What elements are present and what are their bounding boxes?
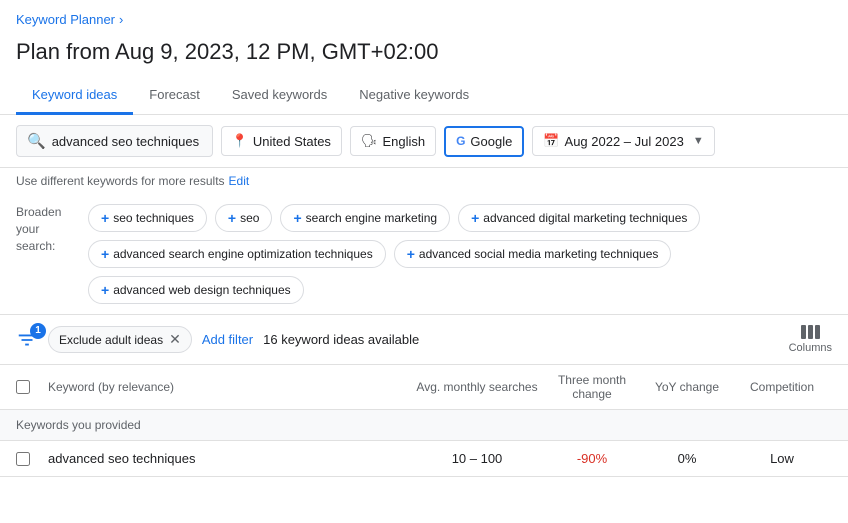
chip-label-5: advanced social media marketing techniqu… — [419, 247, 658, 261]
breadcrumb-link[interactable]: Keyword Planner — [16, 12, 115, 27]
tabs-bar: Keyword ideas Forecast Saved keywords Ne… — [0, 77, 848, 115]
language-filter[interactable]: 🗣 English — [350, 126, 436, 156]
chip-plus-icon-6: + — [101, 282, 109, 298]
broaden-chip-0[interactable]: + seo techniques — [88, 204, 207, 232]
chip-plus-icon-2: + — [293, 210, 301, 226]
breadcrumb-arrow: › — [119, 12, 123, 27]
exclude-chip-label: Exclude adult ideas — [59, 333, 163, 347]
filter-icon-container[interactable]: 1 — [16, 329, 38, 351]
row-monthly-value: 10 – 100 — [412, 451, 542, 466]
tab-negative-keywords[interactable]: Negative keywords — [343, 77, 485, 115]
select-all-checkbox[interactable] — [16, 380, 30, 394]
broaden-chips: + seo techniques + seo + search engine m… — [88, 204, 832, 304]
language-label: English — [382, 134, 425, 149]
table-header: Keyword (by relevance) Avg. monthly sear… — [0, 365, 848, 410]
date-filter[interactable]: 📅 Aug 2022 – Jul 2023 ▼ — [532, 126, 714, 156]
header-checkbox-col — [16, 380, 48, 394]
chip-label-1: seo — [240, 211, 259, 225]
tab-saved-keywords[interactable]: Saved keywords — [216, 77, 343, 115]
search-box[interactable]: 🔍 — [16, 125, 213, 157]
chip-label-2: search engine marketing — [306, 211, 437, 225]
broaden-chip-2[interactable]: + search engine marketing — [280, 204, 450, 232]
chip-plus-icon-0: + — [101, 210, 109, 226]
chip-label-3: advanced digital marketing techniques — [483, 211, 687, 225]
header-three-month: Three month change — [542, 373, 642, 401]
chip-plus-icon-4: + — [101, 246, 109, 262]
use-different-text: Use different keywords for more results … — [0, 168, 848, 194]
table-row: advanced seo techniques 10 – 100 -90% 0%… — [0, 441, 848, 477]
use-different-label: Use different keywords for more results — [16, 174, 225, 188]
language-icon: 🗣 — [361, 133, 378, 149]
row-keyword-value: advanced seo techniques — [48, 451, 412, 466]
location-filter[interactable]: 📍 United States — [221, 126, 342, 156]
exclude-chip: Exclude adult ideas ✕ — [48, 326, 192, 353]
header-monthly: Avg. monthly searches — [412, 380, 542, 394]
page-title: Plan from Aug 9, 2023, 12 PM, GMT+02:00 — [0, 31, 848, 77]
chip-label-4: advanced search engine optimization tech… — [113, 247, 373, 261]
calendar-icon: 📅 — [543, 133, 559, 149]
filter-bar: 🔍 📍 United States 🗣 English G Google 📅 A… — [0, 115, 848, 168]
tab-keyword-ideas[interactable]: Keyword ideas — [16, 77, 133, 115]
location-icon: 📍 — [232, 133, 248, 149]
header-keyword: Keyword (by relevance) — [48, 380, 412, 394]
columns-icon — [801, 325, 820, 339]
row-checkbox-col — [16, 452, 48, 466]
network-filter[interactable]: G Google — [444, 126, 524, 157]
filter-badge: 1 — [30, 323, 46, 339]
broaden-chip-5[interactable]: + advanced social media marketing techni… — [394, 240, 672, 268]
chip-label-6: advanced web design techniques — [113, 283, 290, 297]
chip-plus-icon-1: + — [228, 210, 236, 226]
columns-button[interactable]: Columns — [789, 325, 832, 354]
broaden-chip-3[interactable]: + advanced digital marketing techniques — [458, 204, 700, 232]
filter-row: 1 Exclude adult ideas ✕ Add filter 16 ke… — [0, 315, 848, 365]
header-competition: Competition — [732, 380, 832, 394]
broaden-chip-4[interactable]: + advanced search engine optimization te… — [88, 240, 386, 268]
date-range-label: Aug 2022 – Jul 2023 — [565, 134, 684, 149]
columns-label: Columns — [789, 342, 832, 354]
broaden-label: Broaden your search: — [16, 204, 76, 254]
exclude-chip-close[interactable]: ✕ — [169, 331, 181, 348]
search-input[interactable] — [52, 134, 202, 149]
row-checkbox[interactable] — [16, 452, 30, 466]
tab-forecast[interactable]: Forecast — [133, 77, 216, 115]
chip-plus-icon-5: + — [407, 246, 415, 262]
broaden-section: Broaden your search: + seo techniques + … — [0, 194, 848, 315]
search-icon: 🔍 — [27, 132, 46, 150]
edit-link[interactable]: Edit — [229, 174, 250, 188]
chip-label-0: seo techniques — [113, 211, 194, 225]
header-yoy: YoY change — [642, 380, 732, 394]
add-filter-button[interactable]: Add filter — [202, 332, 253, 347]
chip-plus-icon-3: + — [471, 210, 479, 226]
row-three-month-value: -90% — [542, 451, 642, 466]
broaden-chip-6[interactable]: + advanced web design techniques — [88, 276, 304, 304]
keyword-count-label: 16 keyword ideas available — [263, 332, 778, 347]
row-competition-value: Low — [732, 451, 832, 466]
breadcrumb: Keyword Planner › — [0, 0, 848, 31]
broaden-chip-1[interactable]: + seo — [215, 204, 273, 232]
section-label: Keywords you provided — [0, 410, 848, 441]
network-icon: G — [456, 134, 465, 148]
dropdown-arrow-icon: ▼ — [693, 135, 704, 147]
network-label: Google — [470, 134, 512, 149]
location-label: United States — [253, 134, 331, 149]
row-yoy-value: 0% — [642, 451, 732, 466]
